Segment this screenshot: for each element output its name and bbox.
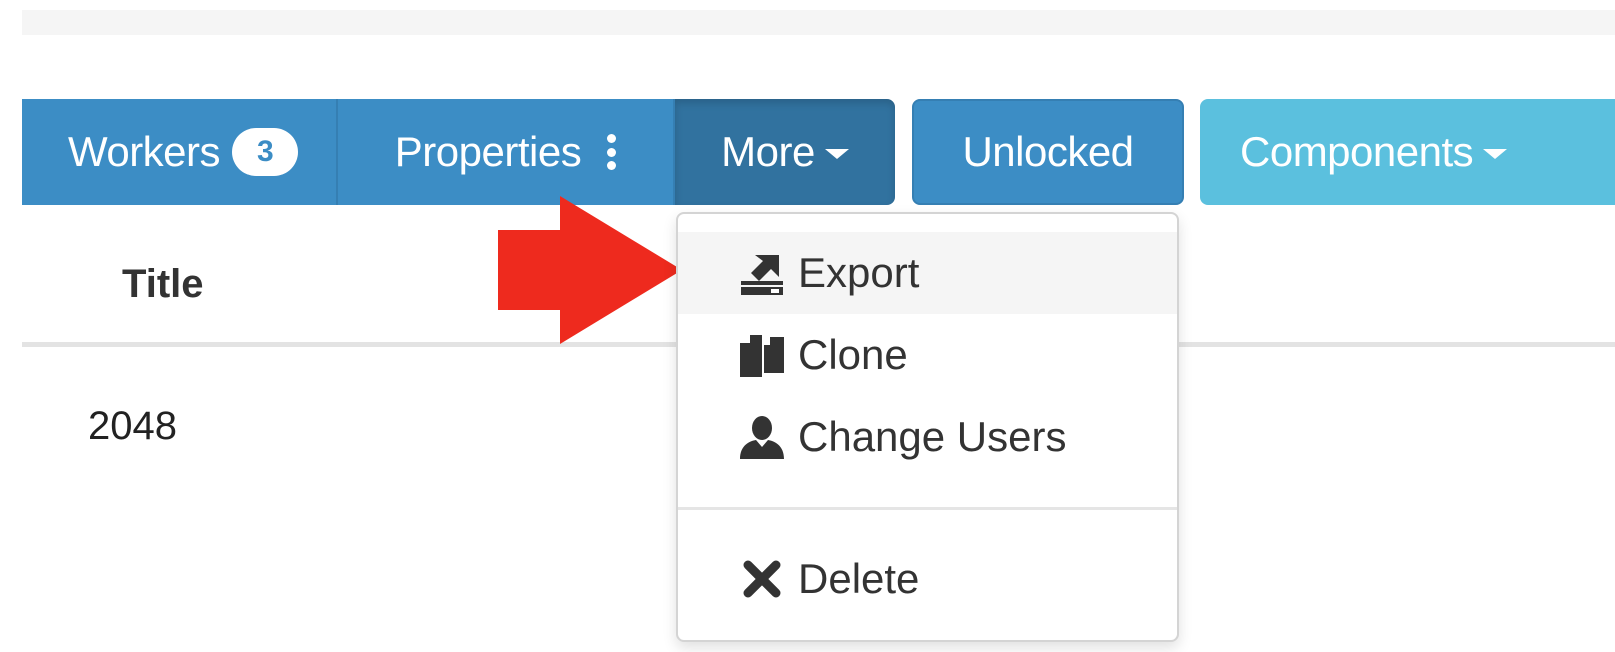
table-cell: 2048 — [88, 404, 177, 448]
unlocked-label: Unlocked — [962, 128, 1134, 175]
menu-item-export[interactable]: Export — [678, 232, 1177, 314]
menu-item-label: Delete — [798, 555, 920, 602]
close-icon — [740, 557, 784, 601]
more-vertical-icon — [607, 134, 617, 170]
properties-label: Properties — [394, 128, 582, 175]
caret-down-icon — [1483, 149, 1508, 159]
properties-button[interactable]: Properties — [338, 99, 675, 205]
workers-button[interactable]: Workers 3 — [22, 99, 338, 205]
red-arrow-icon — [498, 196, 682, 344]
column-header-title[interactable]: Title — [122, 262, 204, 307]
components-dropdown-button[interactable]: Components — [1200, 99, 1615, 205]
menu-item-delete[interactable]: Delete — [678, 538, 1177, 620]
menu-item-label: Clone — [798, 331, 908, 378]
components-label: Components — [1240, 128, 1474, 175]
clone-icon — [740, 333, 784, 377]
user-icon — [740, 415, 784, 459]
more-label: More — [721, 128, 815, 175]
menu-item-label: Change Users — [798, 413, 1067, 460]
menu-item-clone[interactable]: Clone — [678, 314, 1177, 396]
menu-item-label: Export — [798, 249, 920, 296]
more-dropdown-menu: Export Clone Change Users Delete — [676, 212, 1179, 642]
caret-down-icon — [824, 149, 849, 159]
export-icon — [740, 251, 784, 295]
menu-item-change-users[interactable]: Change Users — [678, 396, 1177, 478]
more-dropdown-button[interactable]: More — [675, 99, 895, 205]
menu-divider — [678, 507, 1177, 510]
top-strip — [22, 10, 1615, 35]
unlocked-button[interactable]: Unlocked — [912, 99, 1184, 205]
workers-label: Workers — [67, 128, 221, 175]
workers-count-badge: 3 — [232, 128, 299, 176]
